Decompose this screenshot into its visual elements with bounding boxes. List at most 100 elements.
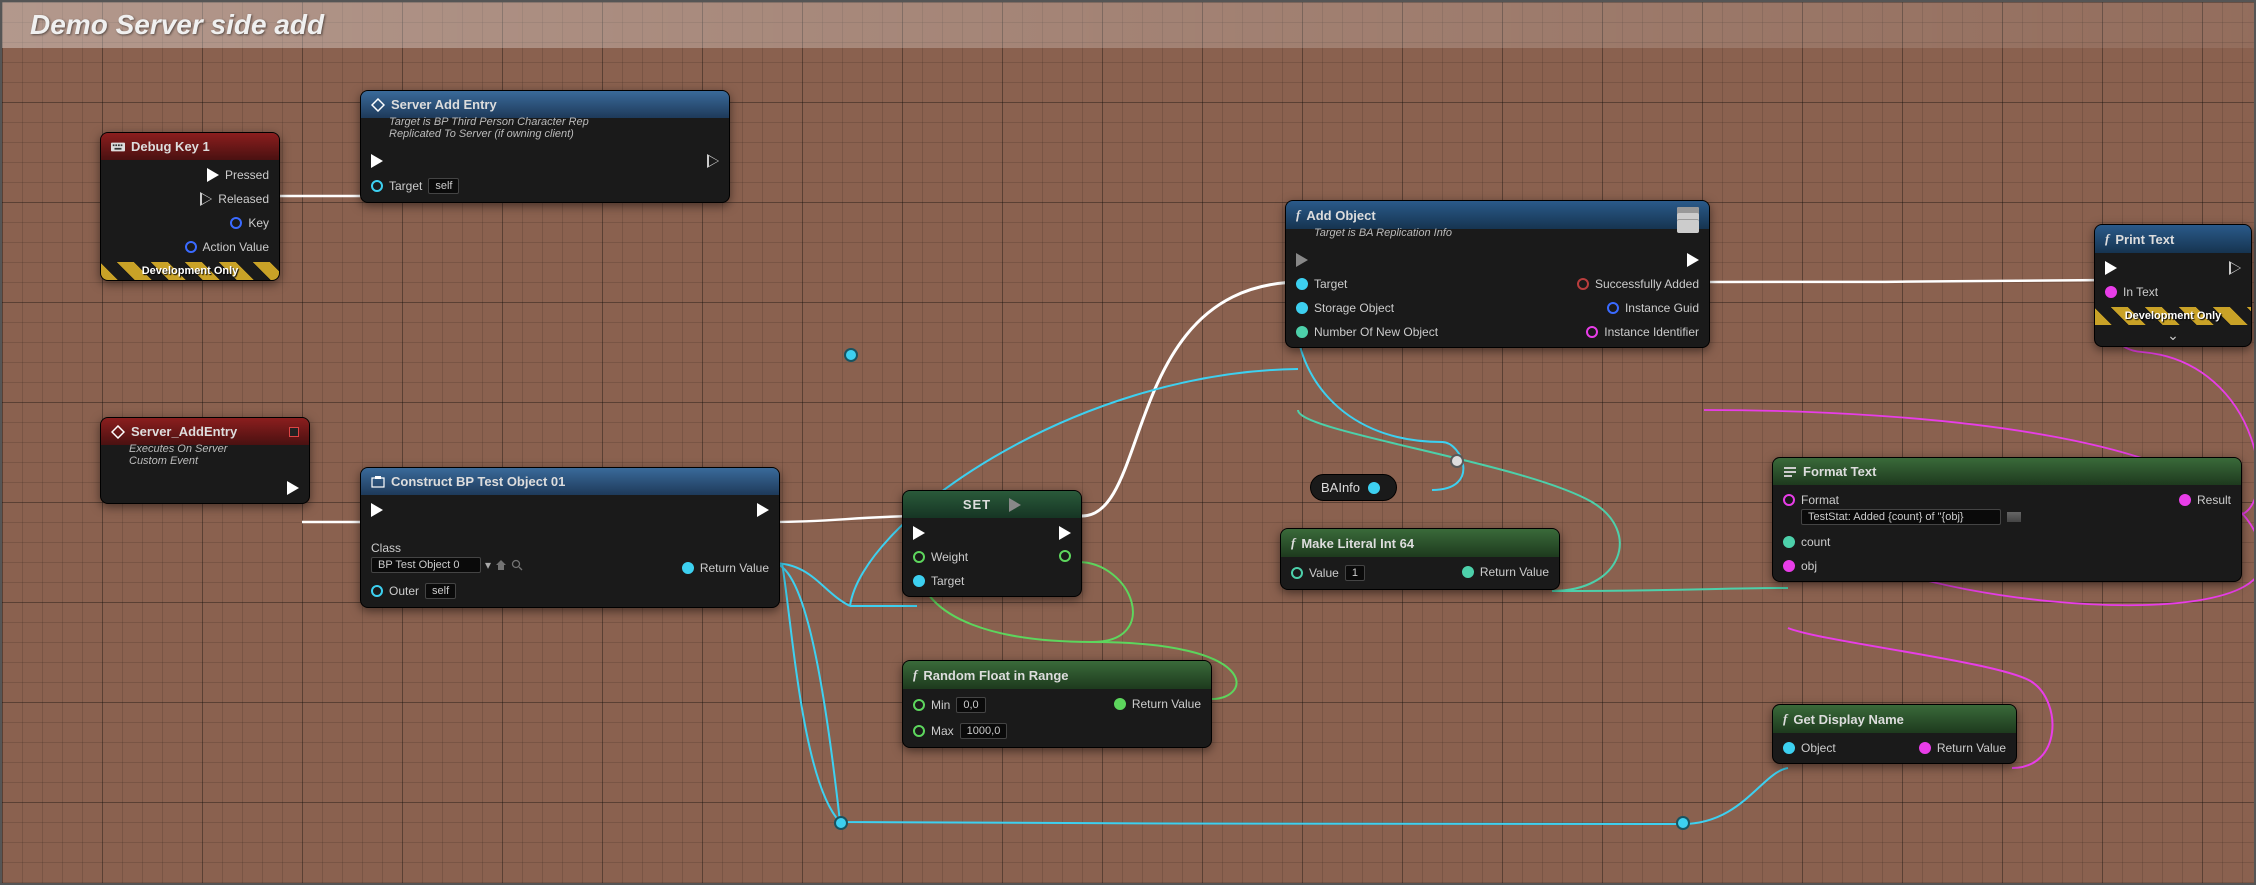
node-get-display-name[interactable]: f Get Display Name Object Return Value — [1772, 704, 2017, 764]
custom-event-icon — [111, 425, 125, 439]
node-title: Get Display Name — [1793, 712, 1904, 727]
dev-only-footer: Development Only — [2095, 307, 2251, 325]
keyboard-icon — [111, 140, 125, 154]
node-server-addentry-event[interactable]: Server_AddEntry Executes On Server Custo… — [100, 417, 310, 504]
pin-exec-out[interactable] — [287, 481, 299, 495]
node-header: f Random Float in Range — [903, 661, 1211, 689]
node-header: f Make Literal Int 64 — [1281, 529, 1559, 557]
dev-only-footer: Development Only — [101, 262, 279, 280]
node-header: Construct BP Test Object 01 — [361, 468, 779, 495]
node-literal-int64[interactable]: f Make Literal Int 64 Value1 Return Valu… — [1280, 528, 1560, 590]
browse-icon[interactable] — [495, 559, 507, 571]
pin-outer[interactable]: Outerself — [371, 583, 523, 599]
chevron-down-icon[interactable]: ▾ — [485, 558, 491, 572]
function-icon: f — [1296, 207, 1300, 223]
pin-guid[interactable]: Instance Guid — [1607, 301, 1699, 315]
node-variable-bainfo[interactable]: BAInfo — [1310, 474, 1397, 501]
node-header: SET — [903, 491, 1081, 518]
pin-weight[interactable]: Weight — [913, 550, 968, 564]
pin-min[interactable]: Min0,0 — [913, 697, 1007, 713]
pin-exec-in[interactable] — [371, 154, 459, 168]
pin-return-value[interactable]: Return Value — [1919, 741, 2006, 755]
pin-released[interactable]: Released — [200, 192, 269, 206]
pin-target[interactable]: Target — [913, 574, 968, 588]
function-icon: f — [1783, 711, 1787, 727]
graph-title-bar: Demo Server side add — [2, 2, 2254, 48]
localize-icon[interactable] — [2007, 512, 2021, 522]
function-icon: f — [913, 667, 917, 683]
pin-exec-out[interactable] — [757, 503, 769, 517]
node-header: Server_AddEntry — [101, 418, 309, 445]
reroute-knot[interactable] — [1450, 454, 1464, 468]
pin-count[interactable]: count — [1783, 535, 2021, 549]
pin-number[interactable]: Number Of New Object — [1296, 325, 1438, 339]
node-title: Server Add Entry — [391, 97, 497, 112]
node-subtitle: Target is BP Third Person Character Rep … — [361, 116, 729, 146]
pin-pressed[interactable]: Pressed — [207, 168, 269, 182]
node-header: Debug Key 1 — [101, 133, 279, 160]
pin-exec-in[interactable] — [913, 526, 968, 540]
pin-key[interactable]: Key — [230, 216, 269, 230]
chevron-down-icon: ⌄ — [2167, 327, 2179, 343]
node-server-add-entry[interactable]: Server Add Entry Target is BP Third Pers… — [360, 90, 730, 203]
pin-storage-object[interactable]: Storage Object — [1296, 301, 1438, 315]
pin-value-out[interactable] — [1059, 550, 1071, 562]
expand-toggle[interactable]: ⌄ — [2095, 325, 2251, 346]
pin-format[interactable]: Format TestStat: Added {count} of "{obj} — [1783, 493, 2021, 525]
reroute-knot[interactable] — [1676, 816, 1690, 830]
node-random-float[interactable]: f Random Float in Range Min0,0 Max1000,0… — [902, 660, 1212, 748]
node-format-text[interactable]: Format Text Format TestStat: Added {coun… — [1772, 457, 2242, 582]
server-icon — [1677, 207, 1699, 233]
pin-max[interactable]: Max1000,0 — [913, 723, 1007, 739]
pin-action-value[interactable]: Action Value — [185, 240, 270, 254]
reroute-knot[interactable] — [834, 816, 848, 830]
node-title: Construct BP Test Object 01 — [391, 474, 565, 489]
pin-identifier[interactable]: Instance Identifier — [1586, 325, 1699, 339]
node-title: Print Text — [2115, 232, 2174, 247]
pin-exec-out[interactable] — [1687, 253, 1699, 267]
pin-class[interactable]: Class BP Test Object 0 ▾ — [371, 541, 523, 573]
node-subtitle: Target is BA Replication Info — [1286, 227, 1709, 245]
function-icon: f — [1291, 535, 1295, 551]
event-icon — [371, 98, 385, 112]
node-title: Make Literal Int 64 — [1301, 536, 1414, 551]
node-debug-key[interactable]: Debug Key 1 Pressed Released Key Action … — [100, 132, 280, 281]
pin-object[interactable]: Object — [1783, 741, 1836, 755]
search-icon[interactable] — [511, 559, 523, 571]
pin-value[interactable]: Value1 — [1291, 565, 1365, 581]
node-title: Server_AddEntry — [131, 424, 237, 439]
node-title: SET — [963, 497, 991, 512]
node-construct-object[interactable]: Construct BP Test Object 01 Class BP Tes… — [360, 467, 780, 608]
node-set-variable[interactable]: SET Weight Target — [902, 490, 1082, 597]
pin-exec-in[interactable] — [1296, 253, 1438, 267]
pin-value-out[interactable] — [1368, 482, 1380, 494]
pin-return-value[interactable]: Return Value — [1114, 697, 1201, 711]
replication-icon — [289, 427, 299, 437]
pin-success[interactable]: Successfully Added — [1577, 277, 1699, 291]
node-header: Server Add Entry — [361, 91, 729, 118]
node-title: Debug Key 1 — [131, 139, 210, 154]
blueprint-canvas[interactable]: Demo Server side add — [0, 0, 2256, 885]
pin-return-value[interactable]: Return Value — [1462, 565, 1549, 579]
function-icon: f — [2105, 231, 2109, 247]
node-header: Format Text — [1773, 458, 2241, 485]
reroute-knot[interactable] — [844, 348, 858, 362]
pin-return-value[interactable]: Return Value — [682, 561, 769, 575]
pin-exec-out[interactable] — [2229, 261, 2241, 275]
pin-exec-in[interactable] — [371, 503, 523, 517]
pin-exec-in[interactable] — [2105, 261, 2158, 275]
pin-exec-out[interactable] — [1059, 526, 1071, 540]
construct-icon — [371, 475, 385, 489]
node-title: Add Object — [1306, 208, 1375, 223]
node-add-object[interactable]: f Add Object Target is BA Replication In… — [1285, 200, 1710, 348]
pin-result[interactable]: Result — [2179, 493, 2231, 507]
node-header: f Add Object — [1286, 201, 1709, 229]
pin-obj[interactable]: obj — [1783, 559, 2021, 573]
node-print-text[interactable]: f Print Text In Text Development Only ⌄ — [2094, 224, 2252, 347]
variable-label: BAInfo — [1321, 480, 1360, 495]
pin-in-text[interactable]: In Text — [2105, 285, 2158, 299]
pin-target[interactable]: Target — [1296, 277, 1438, 291]
node-header: f Get Display Name — [1773, 705, 2016, 733]
pin-target[interactable]: Targetself — [371, 178, 459, 194]
pin-exec-out[interactable] — [707, 154, 719, 168]
